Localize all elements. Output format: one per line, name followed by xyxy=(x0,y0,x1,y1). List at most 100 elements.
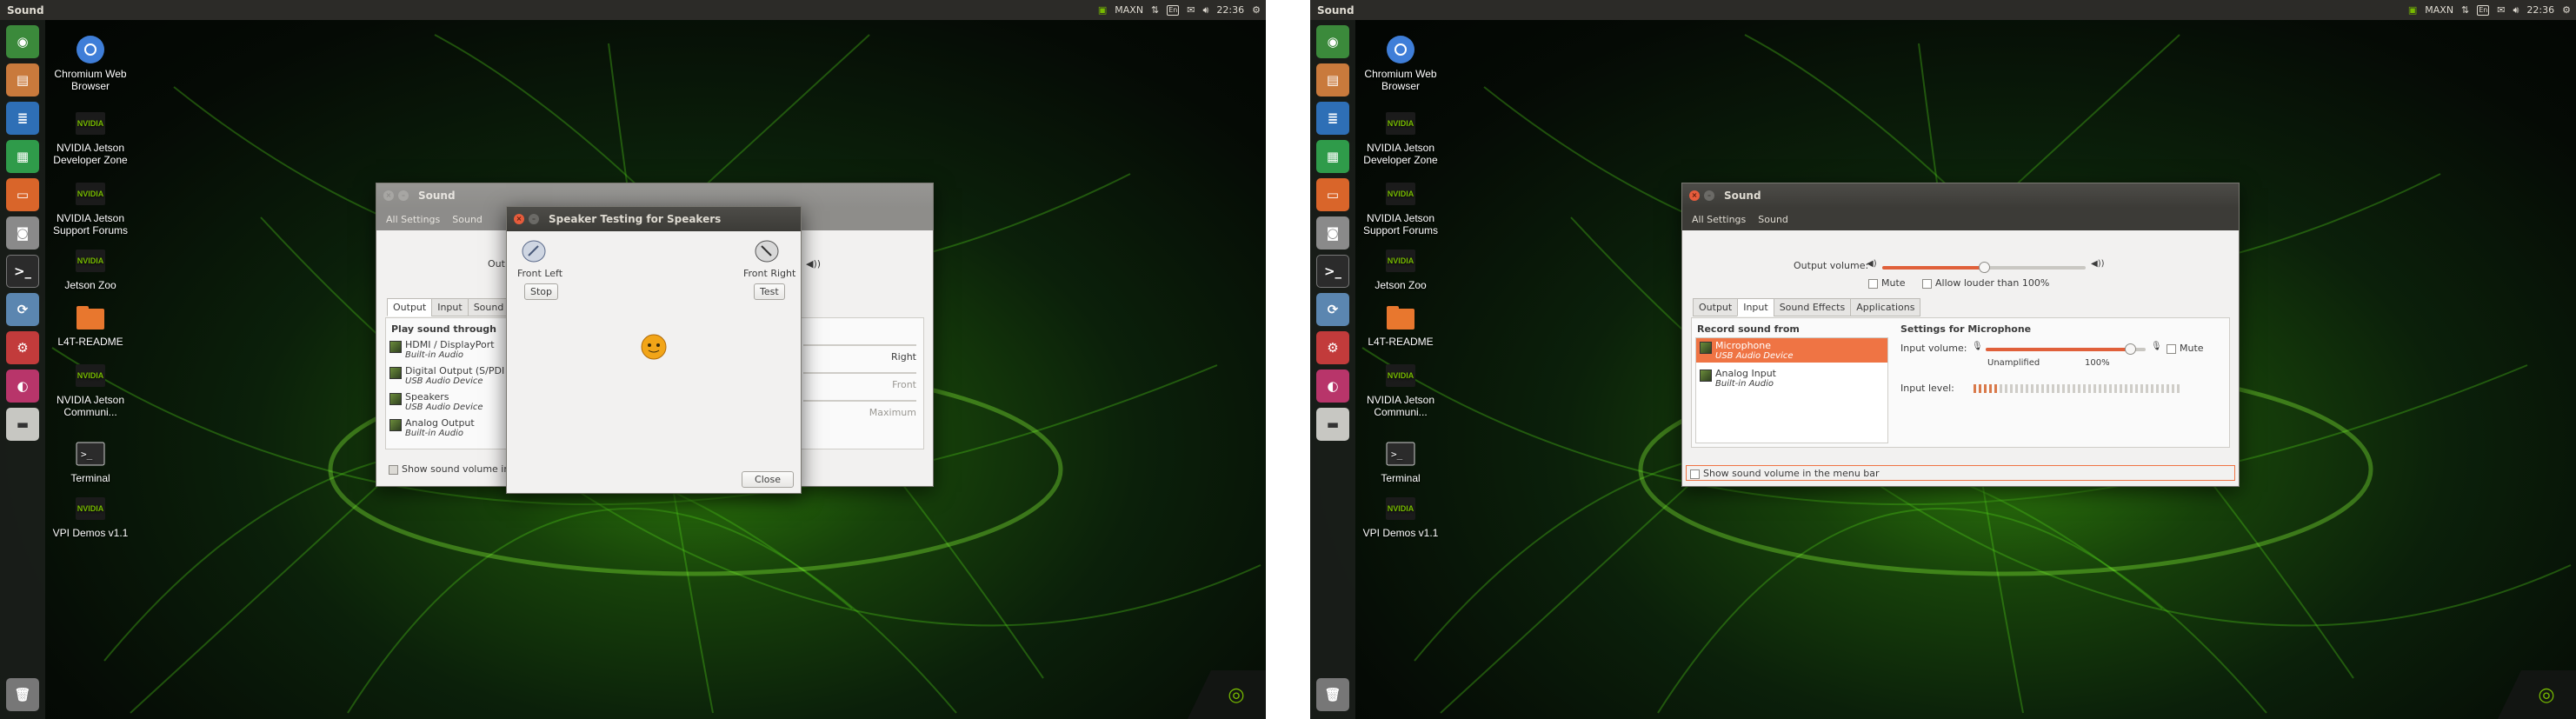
desktop-item-vpi-demos[interactable]: NVIDIA VPI Demos v1.1 xyxy=(1359,494,1442,539)
sound-settings-icon[interactable]: ◐ xyxy=(6,369,39,403)
window-titlebar[interactable]: × – Sound xyxy=(376,183,933,208)
tab-output[interactable]: Output xyxy=(1693,298,1739,316)
drive-icon[interactable]: ▬ xyxy=(6,408,39,441)
minimize-icon[interactable]: – xyxy=(398,190,409,201)
desktop-item-jetson-zoo[interactable]: NVIDIA Jetson Zoo xyxy=(49,246,132,291)
device-row[interactable]: HDMI / DisplayPort Built-in Audio xyxy=(389,339,495,360)
settings-gear-icon[interactable]: ⚙ xyxy=(2562,4,2571,16)
power-mode-label[interactable]: MAXN xyxy=(2425,4,2453,16)
writer-icon[interactable]: ≣ xyxy=(6,102,39,135)
calc-icon[interactable]: ▦ xyxy=(6,140,39,173)
input-volume-slider[interactable] xyxy=(1986,343,2146,355)
trash-icon[interactable]: 🗑︎ xyxy=(1316,678,1349,711)
terminal-launcher-icon[interactable]: >_ xyxy=(1316,255,1349,288)
terminal-launcher-icon[interactable]: >_ xyxy=(6,255,39,288)
show-volume-option[interactable]: Show sound volume in the menu bar xyxy=(1686,465,2235,481)
show-volume-option[interactable]: Show sound volume in th xyxy=(389,463,523,475)
desktop-item-jetson-forums[interactable]: NVIDIA NVIDIA Jetson Support Forums xyxy=(1359,179,1442,236)
tab-applications[interactable]: Applications xyxy=(1850,298,1921,316)
device-row-selected[interactable]: Microphone USB Audio Device xyxy=(1696,338,1887,363)
desktop-item-jetson-dev-zone[interactable]: NVIDIA NVIDIA Jetson Developer Zone xyxy=(1359,109,1442,166)
camera-icon[interactable]: ◙ xyxy=(1316,216,1349,250)
mute-option[interactable]: Mute xyxy=(1868,277,1906,289)
output-volume-slider[interactable] xyxy=(1882,262,2086,273)
desktop-item-terminal[interactable]: >_ Terminal xyxy=(1359,439,1442,484)
balance-slider[interactable] xyxy=(803,344,916,346)
crumb-sound[interactable]: Sound xyxy=(1755,212,1791,227)
nvidia-power-icon[interactable]: ▣ xyxy=(1098,4,1107,16)
input-mute-option[interactable]: Mute xyxy=(2167,343,2204,354)
crumb-all-settings[interactable]: All Settings xyxy=(1689,212,1748,227)
network-icon[interactable]: ⇅ xyxy=(2461,4,2469,16)
ubuntu-dash-icon[interactable]: ◉ xyxy=(6,25,39,58)
desktop-item-jetson-community[interactable]: NVIDIA NVIDIA Jetson Communi... xyxy=(49,361,132,418)
device-row[interactable]: Digital Output (S/PDI USB Audio Device xyxy=(389,365,504,386)
ubuntu-dash-icon[interactable]: ◉ xyxy=(1316,25,1349,58)
allow-louder-checkbox[interactable] xyxy=(1922,278,1932,289)
desktop-item-l4t-readme[interactable]: L4T-README xyxy=(1359,303,1442,348)
impress-icon[interactable]: ▭ xyxy=(6,178,39,211)
device-row[interactable]: Analog Output Built-in Audio xyxy=(389,417,475,438)
keyboard-indicator[interactable]: En xyxy=(1167,4,1180,16)
desktop-item-jetson-community[interactable]: NVIDIA NVIDIA Jetson Communi... xyxy=(1359,361,1442,418)
close-icon[interactable]: × xyxy=(1689,190,1700,201)
keyboard-indicator[interactable]: En xyxy=(2477,4,2490,16)
settings-gear-icon[interactable]: ⚙ xyxy=(1252,4,1261,16)
system-settings-icon[interactable]: ⚙ xyxy=(6,331,39,364)
device-row[interactable]: Speakers USB Audio Device xyxy=(389,391,483,412)
device-row[interactable]: Analog Input Built-in Audio xyxy=(1696,366,1780,390)
clock[interactable]: 22:36 xyxy=(2526,4,2554,16)
tab-sound-effects[interactable]: Sound Effects xyxy=(1773,298,1852,316)
desktop-item-jetson-dev-zone[interactable]: NVIDIA NVIDIA Jetson Developer Zone xyxy=(49,109,132,166)
impress-icon[interactable]: ▭ xyxy=(1316,178,1349,211)
dialog-titlebar[interactable]: × – Speaker Testing for Speakers xyxy=(507,207,801,231)
desktop-item-jetson-forums[interactable]: NVIDIA NVIDIA Jetson Support Forums xyxy=(49,179,132,236)
mail-icon[interactable]: ✉ xyxy=(2497,4,2505,16)
fade-slider[interactable] xyxy=(803,372,916,374)
close-button[interactable]: Close xyxy=(742,471,794,488)
volume-icon[interactable]: 🔊︎ xyxy=(1202,4,1208,17)
desktop-item-l4t-readme[interactable]: L4T-README xyxy=(49,303,132,348)
desktop-item-chromium[interactable]: Chromium Web Browser xyxy=(1359,35,1442,92)
output-volume-knob[interactable] xyxy=(1979,262,1990,273)
desktop-item-vpi-demos[interactable]: NVIDIA VPI Demos v1.1 xyxy=(49,494,132,539)
files-icon[interactable]: ▤ xyxy=(6,63,39,97)
writer-icon[interactable]: ≣ xyxy=(1316,102,1349,135)
drive-icon[interactable]: ▬ xyxy=(1316,408,1349,441)
calc-icon[interactable]: ▦ xyxy=(1316,140,1349,173)
software-updater-icon[interactable]: ⟳ xyxy=(1316,293,1349,326)
volume-icon[interactable]: 🔊︎ xyxy=(2513,4,2519,17)
desktop-item-chromium[interactable]: Chromium Web Browser xyxy=(49,35,132,92)
close-icon[interactable]: × xyxy=(383,190,394,201)
tab-input[interactable]: Input xyxy=(431,298,469,316)
show-volume-checkbox[interactable] xyxy=(389,464,398,475)
software-updater-icon[interactable]: ⟳ xyxy=(6,293,39,326)
show-volume-checkbox[interactable] xyxy=(1690,469,1700,479)
mute-checkbox[interactable] xyxy=(1868,278,1878,289)
power-mode-label[interactable]: MAXN xyxy=(1115,4,1143,16)
files-icon[interactable]: ▤ xyxy=(1316,63,1349,97)
allow-louder-option[interactable]: Allow louder than 100% xyxy=(1922,277,2049,289)
input-volume-knob[interactable] xyxy=(2124,343,2136,355)
sound-settings-icon[interactable]: ◐ xyxy=(1316,369,1349,403)
tab-input[interactable]: Input xyxy=(1737,298,1774,316)
system-settings-icon[interactable]: ⚙ xyxy=(1316,331,1349,364)
mail-icon[interactable]: ✉ xyxy=(1187,4,1195,16)
camera-icon[interactable]: ◙ xyxy=(6,216,39,250)
network-icon[interactable]: ⇅ xyxy=(1151,4,1159,16)
input-mute-checkbox[interactable] xyxy=(2167,343,2176,354)
close-icon[interactable]: × xyxy=(514,214,524,224)
desktop-item-terminal[interactable]: >_ Terminal xyxy=(49,439,132,484)
crumb-sound[interactable]: Sound xyxy=(449,212,485,227)
test-button[interactable]: Test xyxy=(754,283,785,300)
subwoofer-slider[interactable] xyxy=(803,400,916,402)
clock[interactable]: 22:36 xyxy=(1216,4,1244,16)
minimize-icon[interactable]: – xyxy=(529,214,539,224)
desktop-item-jetson-zoo[interactable]: NVIDIA Jetson Zoo xyxy=(1359,246,1442,291)
crumb-all-settings[interactable]: All Settings xyxy=(383,212,443,227)
trash-icon[interactable]: 🗑︎ xyxy=(6,678,39,711)
tab-output[interactable]: Output xyxy=(387,298,433,316)
stop-button[interactable]: Stop xyxy=(524,283,559,300)
minimize-icon[interactable]: – xyxy=(1704,190,1714,201)
nvidia-power-icon[interactable]: ▣ xyxy=(2408,4,2417,16)
